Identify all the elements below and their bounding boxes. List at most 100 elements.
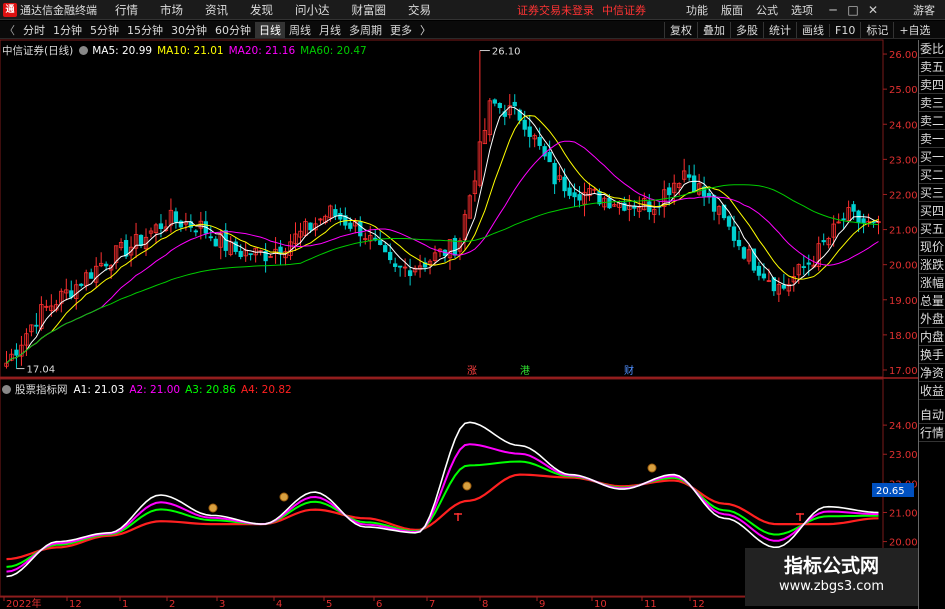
candle-body bbox=[14, 349, 19, 356]
candle-body bbox=[726, 216, 732, 227]
quote-panel-item[interactable]: 买一 bbox=[919, 148, 945, 166]
stock-title: 中信证券(日线) bbox=[2, 45, 74, 57]
main-chart-header: 中信证券(日线) MA5: 20.99 MA10: 21.01 MA20: 21… bbox=[2, 43, 372, 58]
quote-panel-item[interactable]: 自动 bbox=[919, 406, 945, 424]
candle-body bbox=[736, 239, 742, 247]
y-tick-label: 21.00 bbox=[889, 508, 918, 519]
candle-body bbox=[552, 162, 557, 185]
candle-body bbox=[378, 240, 383, 245]
quote-panel-item[interactable]: 换手 bbox=[919, 346, 945, 364]
quote-panel-item[interactable]: 外盘 bbox=[919, 310, 945, 328]
candle-body bbox=[851, 204, 856, 212]
current-value-label: 20.65 bbox=[876, 486, 905, 497]
a4-label: A4: 20.82 bbox=[240, 383, 292, 396]
candle-body bbox=[398, 265, 403, 268]
candle-body bbox=[562, 176, 567, 192]
quote-panel-item[interactable]: 收益 bbox=[919, 382, 945, 400]
chart-canvas[interactable]: 26.00 25.00 24.00 23.00 22.00 21.00 20.00 19.00… bbox=[0, 0, 945, 609]
quote-panel: 委比 卖五 卖四 卖三 卖二 卖一 买一 买二 买三 买四 买五 现价 涨跌 涨幅 总量 外盘 内盘 换手 净资 收益… bbox=[918, 40, 945, 609]
x-tick-label: 9 bbox=[539, 599, 545, 609]
candle-body bbox=[547, 151, 552, 163]
x-tick-label: 3 bbox=[219, 599, 225, 609]
ma60-label: MA60: 20.47 bbox=[300, 44, 367, 57]
quote-panel-item[interactable]: 卖二 bbox=[919, 112, 945, 130]
candle-body bbox=[208, 236, 213, 239]
candle-body bbox=[527, 126, 532, 137]
signal-icon bbox=[279, 492, 289, 502]
quote-panel-item[interactable]: 净资 bbox=[919, 364, 945, 382]
candle-body bbox=[577, 194, 582, 201]
candle-body bbox=[407, 270, 413, 277]
low-label: 17.04 bbox=[26, 365, 55, 376]
signal-icon bbox=[647, 463, 657, 473]
quote-panel-item[interactable]: 卖五 bbox=[919, 58, 945, 76]
candle-body bbox=[388, 251, 393, 261]
x-tick-label: 7 bbox=[429, 599, 435, 609]
quote-panel-item[interactable]: 卖四 bbox=[919, 76, 945, 94]
watermark-url: www.zbgs3.com bbox=[778, 579, 885, 594]
quote-panel-item[interactable]: 委比 bbox=[919, 40, 945, 58]
quote-panel-item[interactable]: 内盘 bbox=[919, 328, 945, 346]
x-tick-label: 6 bbox=[376, 599, 382, 609]
quote-panel-item[interactable]: 现价 bbox=[919, 238, 945, 256]
event-marker: 财 bbox=[624, 364, 634, 377]
candle-body bbox=[34, 324, 39, 327]
a2-label: A2: 21.00 bbox=[129, 383, 181, 396]
quote-panel-item[interactable]: 行情 bbox=[919, 424, 945, 442]
quote-panel-item[interactable]: 卖一 bbox=[919, 130, 945, 148]
quote-panel-item[interactable]: 买三 bbox=[919, 184, 945, 202]
x-tick-label: 1 bbox=[122, 599, 128, 609]
ma-line bbox=[6, 106, 879, 364]
candle-body bbox=[572, 192, 577, 198]
quote-panel-item[interactable]: 涨幅 bbox=[919, 274, 945, 292]
y-tick-label: 23.00 bbox=[889, 450, 918, 461]
quote-panel-item[interactable]: 买四 bbox=[919, 202, 945, 220]
x-tick-label: 11 bbox=[644, 599, 657, 609]
y-tick-label: 20.00 bbox=[889, 261, 918, 272]
candle-body bbox=[104, 263, 109, 267]
x-tick-label: 12 bbox=[692, 599, 705, 609]
candle-body bbox=[497, 103, 502, 109]
settings-icon[interactable] bbox=[2, 385, 11, 394]
candle-body bbox=[741, 247, 747, 259]
settings-icon[interactable] bbox=[79, 46, 89, 55]
quote-panel-item[interactable]: 卖三 bbox=[919, 94, 945, 112]
y-tick-label: 24.00 bbox=[889, 120, 918, 131]
candle-body bbox=[89, 272, 94, 279]
candle-body bbox=[308, 222, 313, 231]
candle-body bbox=[338, 212, 343, 220]
quote-panel-item[interactable]: 总量 bbox=[919, 292, 945, 310]
ma-line bbox=[6, 115, 879, 364]
candle-body bbox=[333, 209, 338, 217]
signal-icon bbox=[208, 503, 218, 513]
quote-panel-item[interactable]: 买二 bbox=[919, 166, 945, 184]
candle-body bbox=[711, 195, 717, 212]
ma-line bbox=[6, 184, 879, 364]
ma20-label: MA20: 21.16 bbox=[228, 44, 296, 57]
y-tick-label: 24.00 bbox=[889, 421, 918, 432]
watermark-title: 指标公式网 bbox=[783, 555, 879, 577]
candle-body bbox=[138, 234, 144, 246]
candle-body bbox=[821, 240, 826, 243]
quote-panel-item[interactable]: 买五 bbox=[919, 220, 945, 238]
indicator-header: 股票指标网 A1: 21.03 A2: 21.00 A3: 20.86 A4: … bbox=[2, 382, 297, 397]
x-tick-label: 2 bbox=[169, 599, 175, 609]
candle-body bbox=[213, 238, 218, 247]
candle-body bbox=[348, 222, 353, 229]
high-label: 26.10 bbox=[492, 47, 521, 58]
candle-body bbox=[781, 284, 786, 289]
candle-body bbox=[567, 187, 572, 196]
candle-body bbox=[841, 218, 846, 221]
candle-body bbox=[173, 211, 179, 223]
candle-body bbox=[761, 273, 767, 279]
candle-body bbox=[248, 253, 253, 256]
candle-body bbox=[522, 119, 527, 130]
candlestick-series bbox=[4, 50, 881, 369]
indicator-title: 股票指标网 bbox=[15, 384, 68, 396]
y-tick-label: 17.00 bbox=[889, 366, 918, 377]
moving-average-lines bbox=[6, 106, 879, 364]
quote-panel-item[interactable]: 涨跌 bbox=[919, 256, 945, 274]
candle-body bbox=[492, 99, 497, 104]
candle-body bbox=[756, 265, 762, 276]
x-tick-label: 12 bbox=[69, 599, 82, 609]
